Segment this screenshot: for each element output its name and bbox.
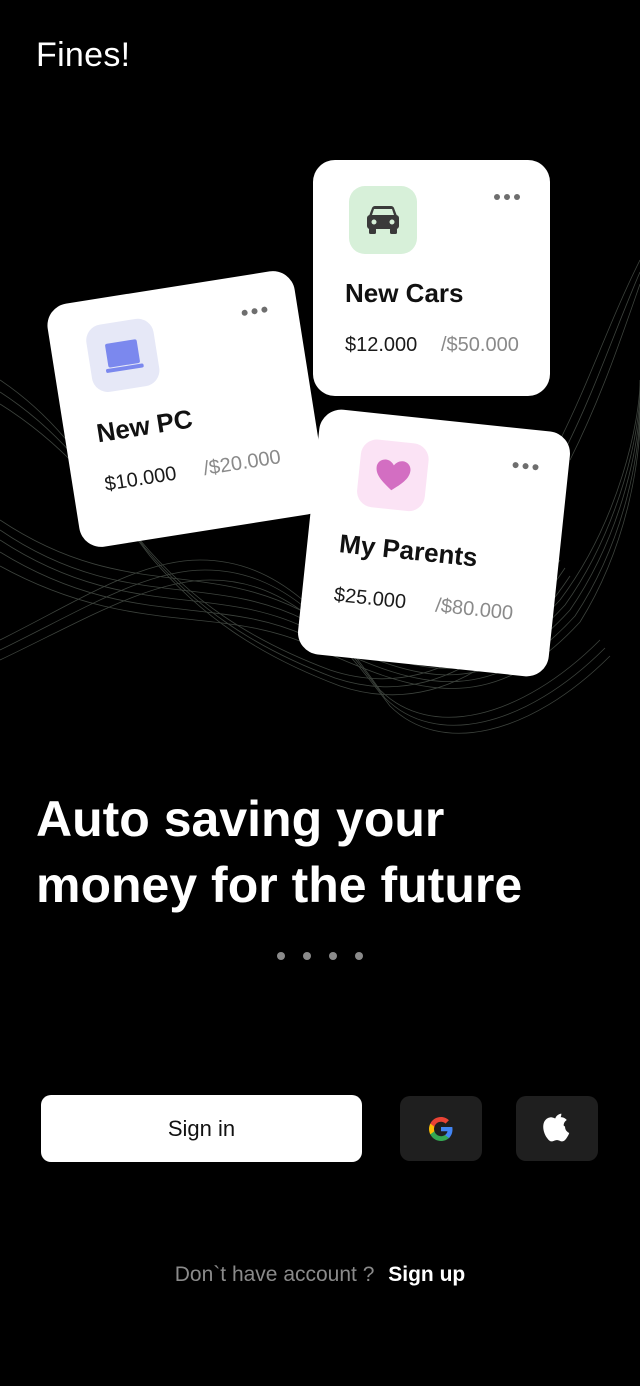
pagination-dot[interactable] (355, 952, 363, 960)
heart-icon (376, 459, 411, 491)
pagination-dot[interactable] (277, 952, 285, 960)
more-options-icon[interactable] (512, 461, 539, 471)
car-icon (367, 206, 399, 234)
card-amount: $25.000 (332, 583, 408, 614)
card-title: My Parents (337, 528, 480, 573)
apple-sign-in-button[interactable] (516, 1096, 598, 1161)
google-icon (429, 1116, 453, 1141)
pagination-dots (277, 952, 363, 960)
card-title: New PC (94, 403, 195, 449)
app-logo: Fines! (36, 36, 131, 74)
onboarding-screen: Fines! New Cars $12.000 /$50.000 New PC … (0, 0, 640, 1386)
signup-prompt: Don`t have account ? Sign up (0, 1263, 640, 1287)
card-icon-box (349, 186, 417, 254)
laptop-icon (105, 339, 144, 373)
google-sign-in-button[interactable] (400, 1096, 482, 1161)
card-amount: $10.000 (103, 462, 178, 496)
saving-card-new-cars[interactable]: New Cars $12.000 /$50.000 (313, 160, 550, 396)
sign-up-link[interactable]: Sign up (388, 1263, 465, 1286)
saving-card-new-pc[interactable]: New PC $10.000 /$20.000 (44, 267, 330, 551)
sign-in-button[interactable]: Sign in (41, 1095, 362, 1162)
saving-card-my-parents[interactable]: My Parents $25.000 /$80.000 (295, 407, 573, 679)
card-title: New Cars (345, 278, 464, 308)
hero-line-2: money for the future (36, 857, 523, 913)
card-goal: /$80.000 (434, 594, 515, 625)
signup-question: Don`t have account ? (174, 1263, 375, 1286)
pagination-dot[interactable] (329, 952, 337, 960)
hero-line-1: Auto saving your (36, 791, 445, 847)
more-options-icon[interactable] (494, 194, 520, 200)
hero-headline: Auto saving your money for the future (36, 786, 616, 918)
apple-icon (543, 1113, 570, 1141)
card-amount: $12.000 (345, 334, 418, 356)
more-options-icon[interactable] (241, 306, 268, 317)
card-goal: /$50.000 (441, 334, 519, 356)
card-icon-box (355, 437, 431, 513)
card-icon-box (83, 316, 162, 395)
pagination-dot[interactable] (303, 952, 311, 960)
card-goal: /$20.000 (201, 446, 283, 481)
